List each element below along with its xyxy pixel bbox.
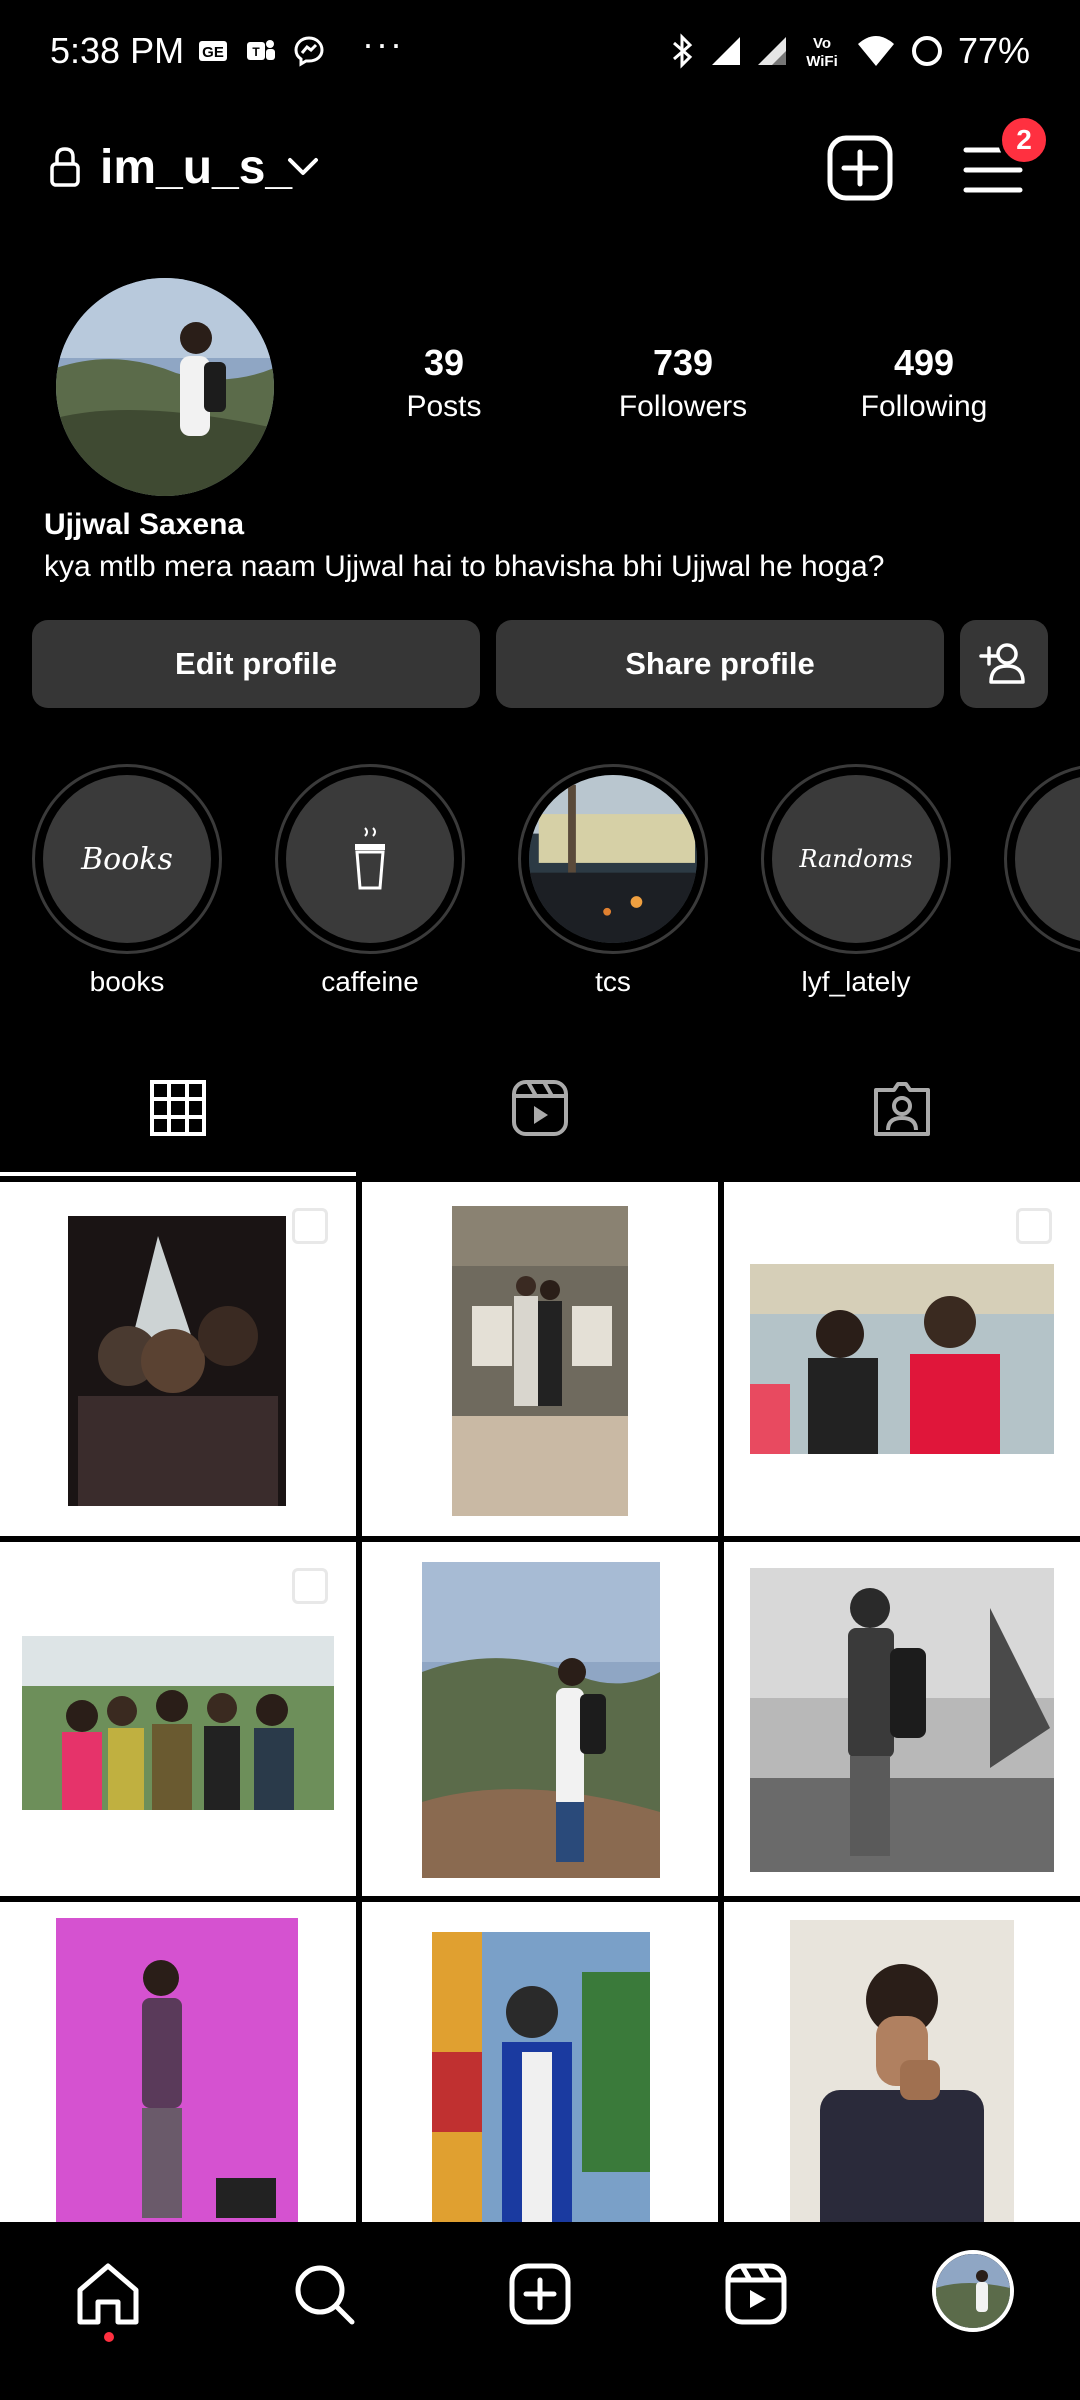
battery-percent: 77% (957, 30, 1030, 71)
grid-post[interactable] (724, 1182, 1080, 1536)
grid-post[interactable] (0, 1182, 356, 1536)
highlight-lyf-lately[interactable]: Randoms lyf_lately (761, 764, 951, 998)
status-notification-icons: GE T ··· (196, 23, 404, 68)
profile-header: im_u_s_ 2 (0, 114, 1080, 210)
reels-icon[interactable] (510, 1078, 570, 1138)
svg-text:Vo: Vo (813, 35, 831, 52)
wifi-icon (857, 36, 894, 66)
grid-post[interactable] (362, 1902, 718, 2222)
post-image (452, 1206, 628, 1516)
grid-post[interactable] (362, 1182, 718, 1536)
gmail-icon: GE (199, 41, 227, 61)
profile-nav-avatar[interactable] (932, 2250, 1014, 2332)
grid-post[interactable] (362, 1542, 718, 1896)
post-image (56, 1918, 298, 2222)
profile-tabs (0, 1050, 1080, 1178)
search-icon[interactable] (288, 2258, 360, 2330)
highlight-tcs[interactable]: tcs (518, 764, 708, 998)
svg-text:GE: GE (202, 44, 224, 61)
post-image (790, 1920, 1014, 2222)
status-time: 5:38 PM (50, 30, 185, 71)
post-image (750, 1568, 1054, 1872)
profile-full-name: Ujjwal Saxena (44, 508, 245, 541)
teams-icon: T (247, 40, 275, 60)
chevron-down-icon[interactable] (286, 154, 320, 180)
svg-text:WiFi: WiFi (806, 53, 838, 70)
svg-text:T: T (252, 45, 260, 59)
followers-count: 739 (652, 342, 714, 383)
multiple-posts-icon (292, 1568, 328, 1604)
highlight-label: lyf_lately (801, 966, 911, 997)
followers-stat[interactable]: 739 Followers (573, 342, 793, 424)
post-image (422, 1562, 660, 1878)
multiple-posts-icon (1016, 1208, 1052, 1244)
post-image (432, 1932, 650, 2222)
posts-label: Posts (406, 390, 482, 423)
edit-profile-button[interactable]: Edit profile (32, 620, 480, 708)
discover-people-button[interactable] (960, 620, 1048, 708)
grid-icon[interactable] (148, 1078, 208, 1138)
lock-icon (50, 147, 80, 187)
avatar-image (936, 2254, 1010, 2328)
create-post-icon[interactable] (504, 2258, 576, 2330)
active-tab-indicator (0, 1172, 356, 1176)
highlight-ring (518, 764, 708, 954)
username-switcher[interactable]: im_u_s_ (100, 140, 292, 195)
profile-bio: kya mtlb mera naam Ujjwal hai to bhavish… (44, 550, 885, 583)
highlight-photo (529, 775, 697, 943)
highlight-ring: Randoms (761, 764, 951, 954)
grid-post[interactable] (724, 1902, 1080, 2222)
highlight-cover-text: Books (81, 841, 173, 877)
messenger-icon (294, 36, 324, 67)
new-post-button[interactable] (826, 134, 894, 202)
grid-post[interactable] (0, 1902, 356, 2222)
home-activity-dot (104, 2332, 114, 2342)
signal-icon (711, 37, 740, 65)
bottom-navigation (0, 2222, 1080, 2400)
followers-label: Followers (618, 390, 748, 423)
highlight-ring: Books (32, 764, 222, 954)
profile-avatar[interactable] (56, 278, 274, 496)
status-system-icons: Vo WiFi 77% (670, 30, 1030, 72)
more-dots-icon: ··· (362, 23, 404, 64)
highlight-label: tcs (595, 966, 631, 997)
add-person-icon (979, 643, 1025, 684)
post-image (750, 1264, 1054, 1454)
highlight-ring (275, 764, 465, 954)
battery-icon (911, 36, 942, 66)
coffee-cup-icon (355, 827, 385, 890)
posts-stat[interactable]: 39 Posts (334, 342, 554, 424)
avatar-image (56, 278, 274, 496)
notification-badge: 2 (998, 114, 1050, 166)
highlight-label: caffeine (321, 966, 419, 997)
signal-icon (757, 37, 786, 65)
highlight-books[interactable]: Books books (32, 764, 222, 998)
reels-nav-icon[interactable] (720, 2258, 792, 2330)
following-label: Following (860, 390, 988, 423)
multiple-posts-icon (292, 1208, 328, 1244)
following-stat[interactable]: 499 Following (814, 342, 1034, 424)
highlight-caffeine[interactable]: caffeine (275, 764, 465, 998)
tagged-icon[interactable] (872, 1078, 932, 1138)
highlight-label: books (89, 966, 165, 997)
highlight-cover-text: Randoms (799, 845, 913, 873)
vowifi-icon: VoWiFi (806, 35, 838, 70)
highlight-label: sp (1004, 966, 1080, 998)
bluetooth-icon (672, 33, 693, 69)
home-icon[interactable] (72, 2258, 144, 2330)
highlight-ring (1004, 764, 1080, 954)
share-profile-button[interactable]: Share profile (496, 620, 944, 708)
posts-count: 39 (423, 342, 465, 383)
grid-post[interactable] (0, 1542, 356, 1896)
status-bar: 5:38 PM GE T ··· Vo WiFi 77% (0, 0, 1080, 105)
posts-grid (0, 1182, 1080, 2222)
post-image (68, 1216, 286, 1506)
following-count: 499 (893, 342, 955, 383)
highlight-sp[interactable]: sp (1004, 764, 1080, 998)
story-highlights: Books books caffeine tcs Randoms lyf_lat… (0, 764, 1080, 1004)
grid-post[interactable] (724, 1542, 1080, 1896)
post-image (22, 1636, 334, 1810)
